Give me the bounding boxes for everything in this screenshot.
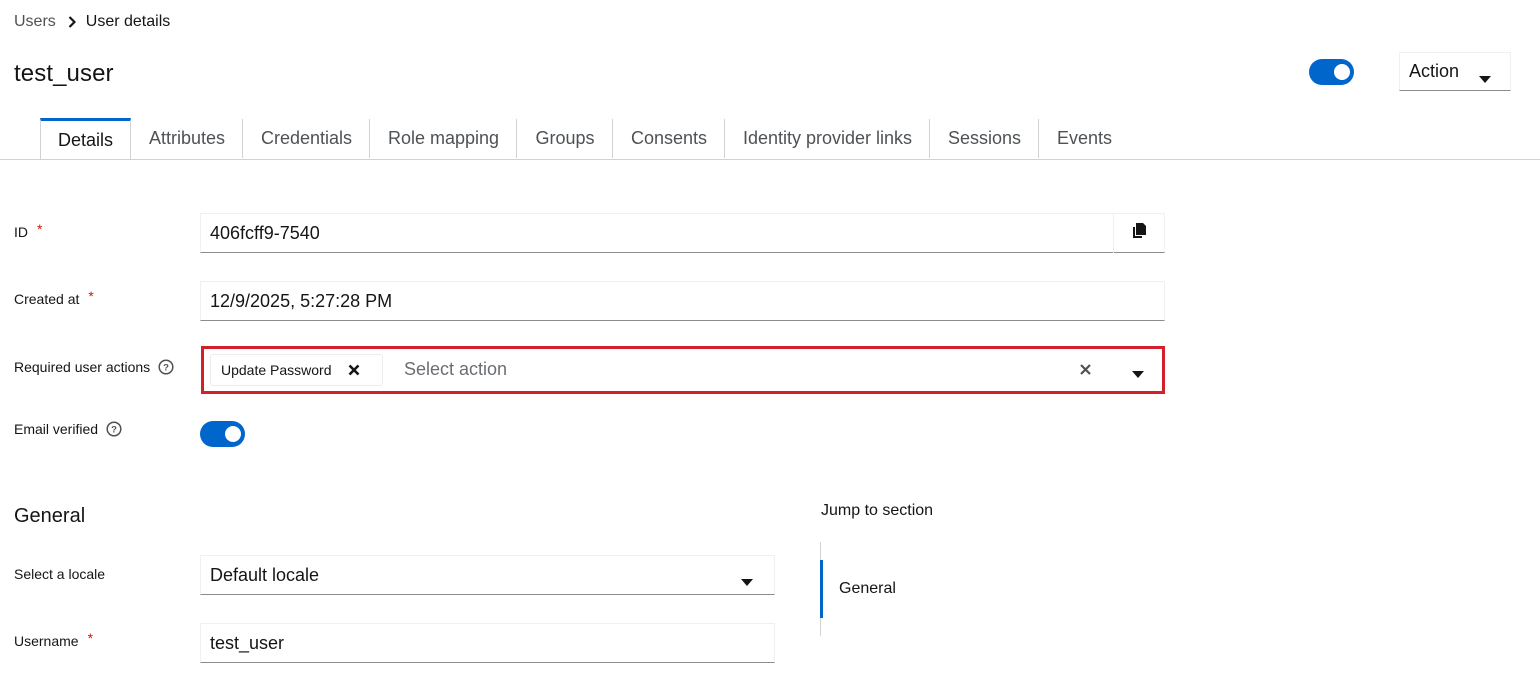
locale-label-text: Select a locale [14,566,106,582]
id-label-text: ID [14,224,28,240]
tab-identity-provider-links[interactable]: Identity provider links [725,118,930,158]
page-title: test_user [14,60,114,87]
close-icon[interactable] [348,363,360,379]
chip-label: Update Password [221,362,332,378]
toggle-knob [225,426,241,442]
username-label-text: Username [14,633,79,649]
copy-id-button[interactable] [1113,214,1164,253]
copy-icon [1132,223,1146,244]
user-enabled-toggle[interactable] [1309,59,1354,85]
email-verified-label-text: Email verified [14,421,99,437]
tab-groups[interactable]: Groups [517,118,613,158]
caret-down-icon [1479,68,1491,89]
help-icon[interactable]: ? [158,359,174,375]
created-at-label-text: Created at [14,291,80,307]
locale-label: Select a locale [14,564,105,584]
username-label: Username * [14,630,94,651]
help-icon[interactable]: ? [106,421,122,437]
jump-to-section-title: Jump to section [821,502,934,519]
email-verified-label: Email verified ? [14,419,122,439]
times-icon[interactable] [1080,362,1091,380]
action-label: Action [1409,61,1460,81]
tab-role-mapping[interactable]: Role mapping [370,118,517,158]
required-mark: * [88,288,94,304]
locale-select[interactable]: Default locale [200,555,775,595]
svg-text:?: ? [163,363,169,374]
created-at-value: 12/9/2025, 5:27:28 PM [210,290,393,311]
tab-credentials[interactable]: Credentials [243,118,370,158]
action-dropdown[interactable]: Action [1399,52,1511,91]
tab-attributes[interactable]: Attributes [131,118,243,158]
tab-sessions[interactable]: Sessions [930,118,1039,158]
locale-value: Default locale [210,564,320,585]
breadcrumb-users-link[interactable]: Users [14,13,56,31]
section-heading-general: General [14,505,86,527]
tab-details[interactable]: Details [40,118,131,159]
created-at-label: Created at * [14,288,94,309]
caret-down-icon[interactable] [1132,366,1144,384]
breadcrumb: Users User details [14,11,170,33]
select-action-placeholder[interactable]: Select action [404,359,507,380]
tab-bar: Details Attributes Credentials Role mapp… [0,118,1540,160]
id-value: 406fcff9-7540 [210,222,320,243]
caret-down-icon [741,571,753,592]
id-label: ID * [14,221,43,242]
svg-text:?: ? [111,425,117,436]
required-actions-select[interactable]: Update Password Select action [201,346,1165,394]
toggle-knob [1334,64,1350,80]
required-actions-label-text: Required user actions [14,359,151,375]
created-at-field[interactable]: 12/9/2025, 5:27:28 PM [200,281,1165,321]
required-actions-label: Required user actions ? [14,357,174,377]
tab-consents[interactable]: Consents [613,118,725,158]
tab-events[interactable]: Events [1039,118,1130,158]
username-field[interactable]: test_user [200,623,775,663]
email-verified-toggle[interactable] [200,421,245,447]
username-value: test_user [210,632,285,653]
required-mark: * [87,630,94,646]
chip-update-password: Update Password [210,354,383,386]
chevron-right-icon [68,16,76,28]
id-field[interactable]: 406fcff9-7540 [200,213,1165,253]
jump-link-general[interactable]: General [820,560,1020,618]
required-mark: * [37,221,43,237]
breadcrumb-current: User details [85,13,171,30]
